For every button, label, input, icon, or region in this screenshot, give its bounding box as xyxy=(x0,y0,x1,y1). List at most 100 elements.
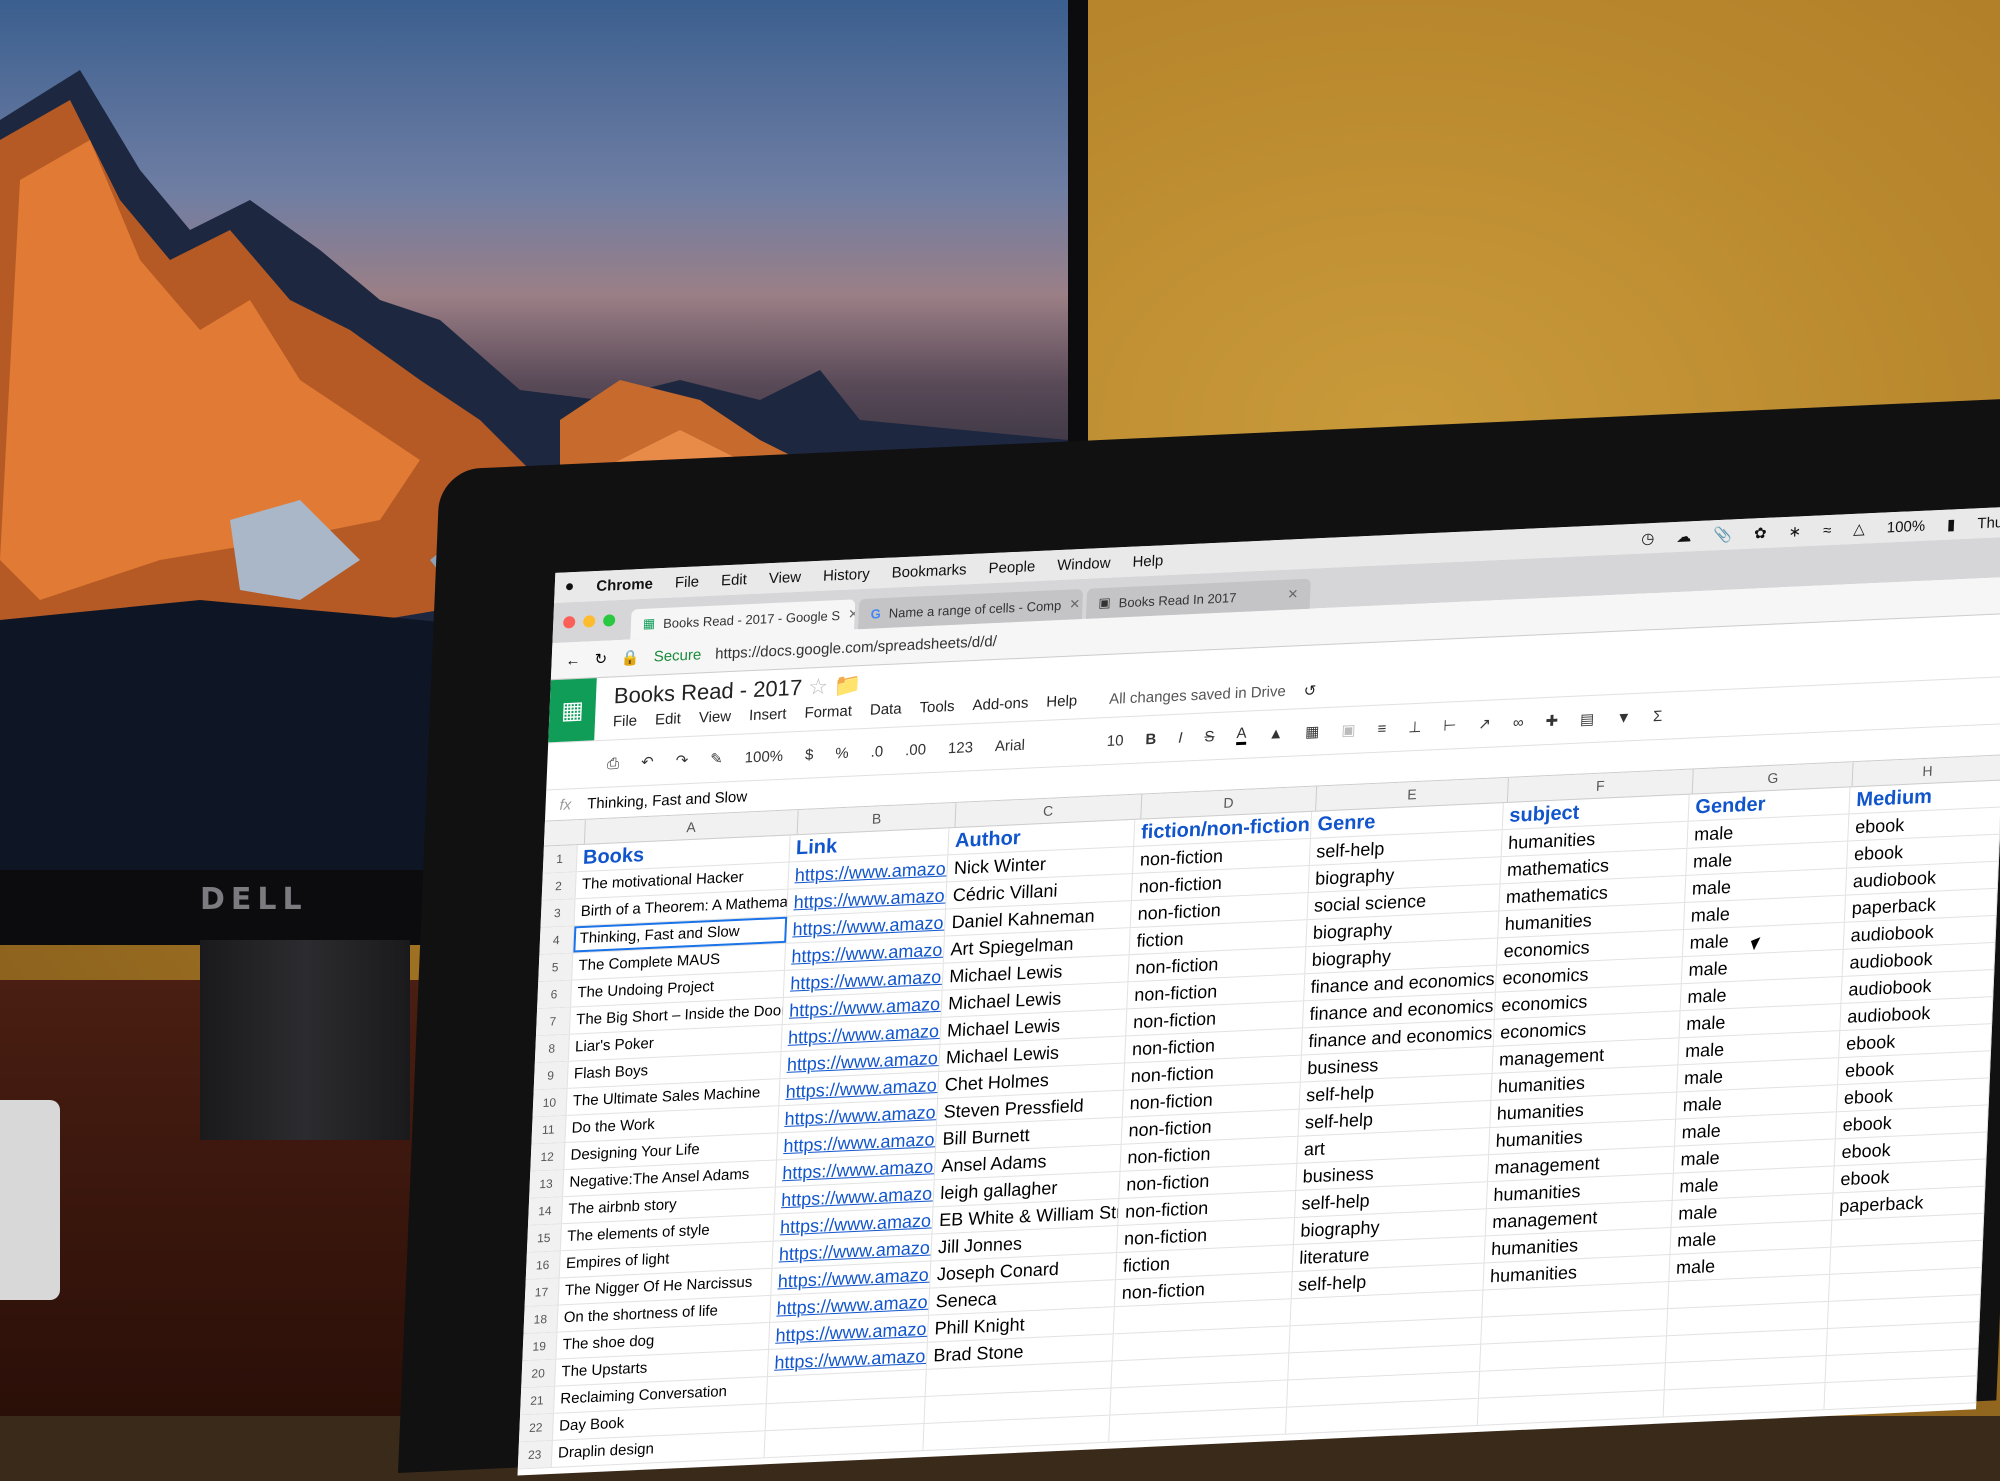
corner-cell[interactable] xyxy=(543,819,586,846)
borders-icon[interactable]: ▦ xyxy=(1305,722,1320,741)
cloud-icon[interactable]: ☁ xyxy=(1676,527,1692,546)
font-size-select[interactable]: 10 xyxy=(1107,732,1124,750)
zoom-window-button[interactable] xyxy=(602,614,616,627)
url-field[interactable]: https://docs.google.com/spreadsheets/d/d… xyxy=(715,632,997,662)
close-icon[interactable]: ✕ xyxy=(1287,586,1299,603)
text-rotate-icon[interactable]: ↗ xyxy=(1478,715,1491,734)
apple-icon[interactable]: ● xyxy=(564,578,574,596)
decrease-decimal-button[interactable]: .0 xyxy=(870,743,883,761)
increase-decimal-button[interactable]: .00 xyxy=(905,741,927,759)
battery-icon[interactable]: ▮ xyxy=(1947,515,1956,533)
row-number[interactable]: 9 xyxy=(533,1061,569,1090)
bold-button[interactable]: B xyxy=(1145,730,1157,748)
menu-edit[interactable]: Edit xyxy=(721,571,748,589)
text-wrap-icon[interactable]: ⊢ xyxy=(1443,716,1457,735)
menu-app-name[interactable]: Chrome xyxy=(596,575,653,595)
star-icon[interactable]: ☆ xyxy=(808,674,829,700)
history-icon[interactable]: ↺ xyxy=(1303,681,1316,700)
sheets-favicon-icon: ▦ xyxy=(642,615,656,631)
row-number[interactable]: 16 xyxy=(525,1251,561,1279)
sheets-menu-file[interactable]: File xyxy=(613,712,638,731)
zoom-select[interactable]: 100% xyxy=(744,747,783,766)
paint-format-icon[interactable]: ✎ xyxy=(710,749,723,768)
row-number[interactable]: 22 xyxy=(518,1413,554,1442)
sheets-menu-data[interactable]: Data xyxy=(870,700,902,719)
row-number[interactable]: 17 xyxy=(524,1278,560,1307)
row-number[interactable]: 11 xyxy=(531,1115,567,1144)
strikethrough-button[interactable]: S xyxy=(1204,728,1215,746)
menu-history[interactable]: History xyxy=(823,565,870,584)
sheets-logo-icon[interactable]: ▦ xyxy=(548,678,597,743)
menu-view[interactable]: View xyxy=(769,568,802,587)
sheets-menu-view[interactable]: View xyxy=(698,708,731,728)
row-number[interactable]: 12 xyxy=(530,1143,566,1171)
functions-icon[interactable]: Σ xyxy=(1653,707,1663,724)
tab-label: Name a range of cells - Comp xyxy=(888,597,1062,621)
row-number[interactable]: 10 xyxy=(532,1088,568,1117)
row-number[interactable]: 23 xyxy=(517,1440,553,1469)
chart-icon[interactable]: ▤ xyxy=(1580,710,1595,729)
font-select[interactable]: Arial xyxy=(995,734,1086,754)
menu-people[interactable]: People xyxy=(988,558,1035,577)
row-number[interactable]: 20 xyxy=(521,1359,557,1388)
sheets-menu-format[interactable]: Format xyxy=(804,703,852,723)
undo-icon[interactable]: ↶ xyxy=(641,753,654,772)
row-number[interactable]: 3 xyxy=(540,899,576,927)
save-status[interactable]: All changes saved in Drive xyxy=(1109,683,1286,709)
comment-icon[interactable]: ✚ xyxy=(1545,712,1558,731)
fill-color-icon[interactable]: ▲ xyxy=(1268,724,1284,742)
row-number[interactable]: 15 xyxy=(526,1224,562,1252)
more-formats-button[interactable]: 123 xyxy=(948,739,974,757)
battery-percent[interactable]: 100% xyxy=(1886,517,1925,536)
formula-input[interactable]: Thinking, Fast and Slow xyxy=(587,788,748,812)
row-number[interactable]: 14 xyxy=(528,1197,563,1225)
row-number[interactable]: 2 xyxy=(541,872,577,900)
paperclip-icon[interactable]: 📎 xyxy=(1713,525,1732,544)
close-icon[interactable]: ✕ xyxy=(1069,596,1081,613)
row-number[interactable]: 4 xyxy=(539,926,575,954)
clock-day[interactable]: Thu xyxy=(1977,514,2000,532)
merge-cells-icon[interactable]: ▣ xyxy=(1341,721,1356,740)
time-machine-icon[interactable]: ◷ xyxy=(1641,529,1655,548)
row-number[interactable]: 5 xyxy=(538,953,574,982)
sheets-menu-help[interactable]: Help xyxy=(1046,692,1078,711)
table-cell[interactable] xyxy=(1824,1376,1978,1410)
menu-window[interactable]: Window xyxy=(1057,554,1111,573)
row-number[interactable]: 18 xyxy=(523,1305,559,1334)
row-number[interactable]: 8 xyxy=(534,1034,570,1063)
print-icon[interactable]: ⎙ xyxy=(607,755,620,773)
minimize-window-button[interactable] xyxy=(582,615,596,628)
sheets-menu-insert[interactable]: Insert xyxy=(749,706,787,726)
sheets-menu-tools[interactable]: Tools xyxy=(919,698,955,718)
vertical-align-icon[interactable]: ⊥ xyxy=(1408,718,1422,737)
percent-button[interactable]: % xyxy=(835,744,849,762)
folder-icon[interactable]: 📁 xyxy=(834,672,862,698)
row-number[interactable]: 6 xyxy=(537,980,572,1009)
bluetooth-icon[interactable]: ∗ xyxy=(1788,522,1801,541)
text-color-button[interactable]: A xyxy=(1236,724,1247,746)
currency-button[interactable]: $ xyxy=(805,746,814,763)
laptop-screen: ● Chrome File Edit View History Bookmark… xyxy=(517,506,2000,1476)
italic-button[interactable]: I xyxy=(1178,729,1183,746)
row-number[interactable]: 19 xyxy=(522,1332,558,1361)
butterfly-icon[interactable]: ✿ xyxy=(1754,524,1767,543)
airplay-icon[interactable]: △ xyxy=(1853,519,1865,538)
menu-file[interactable]: File xyxy=(675,573,700,591)
wifi-icon[interactable]: ≈ xyxy=(1823,521,1832,538)
align-icon[interactable]: ≡ xyxy=(1377,720,1386,737)
close-window-button[interactable] xyxy=(562,616,576,629)
link-icon[interactable]: ∞ xyxy=(1513,714,1524,732)
sheets-menu-edit[interactable]: Edit xyxy=(655,710,682,729)
row-number[interactable]: 1 xyxy=(542,845,578,873)
row-number[interactable]: 7 xyxy=(535,1007,571,1036)
row-number[interactable]: 13 xyxy=(529,1170,564,1198)
menu-help[interactable]: Help xyxy=(1132,552,1164,570)
redo-icon[interactable]: ↷ xyxy=(675,751,688,770)
close-icon[interactable]: ✕ xyxy=(848,606,856,623)
menu-bookmarks[interactable]: Bookmarks xyxy=(891,561,967,581)
filter-icon[interactable]: ▼ xyxy=(1616,709,1632,727)
row-number[interactable]: 21 xyxy=(520,1386,555,1415)
back-arrow-icon[interactable]: ← xyxy=(565,651,581,669)
reload-icon[interactable]: ↻ xyxy=(594,650,607,669)
sheets-menu-addons[interactable]: Add-ons xyxy=(972,695,1029,716)
